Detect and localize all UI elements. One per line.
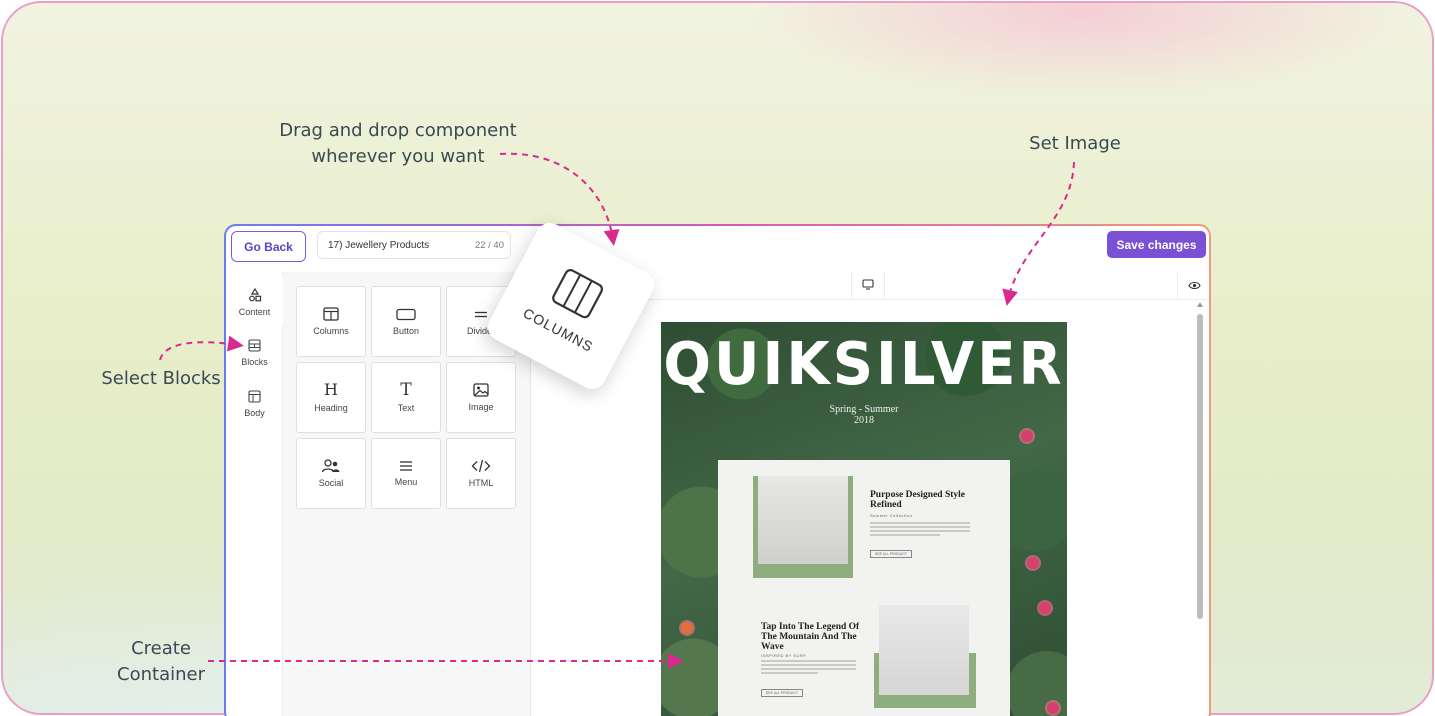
annotation-line: wherever you want	[311, 146, 485, 167]
tile-label: Button	[392, 325, 420, 336]
text-icon: T	[400, 380, 412, 400]
product-photo	[758, 476, 848, 564]
social-icon	[321, 459, 341, 473]
sidebar-item-body[interactable]: Body	[226, 380, 283, 428]
flower-decoration	[681, 622, 693, 634]
button-icon	[396, 308, 416, 321]
columns-icon	[323, 307, 339, 321]
flower-decoration	[1047, 702, 1059, 714]
tile-label: Columns	[313, 326, 349, 336]
tile-menu[interactable]: Menu	[371, 438, 441, 509]
email-brand: QUIKSILVER	[663, 330, 1065, 399]
product-image-2[interactable]	[879, 605, 969, 695]
save-changes-button[interactable]: Save changes	[1107, 231, 1206, 258]
blocks-icon	[248, 339, 261, 354]
go-back-button[interactable]: Go Back	[231, 231, 306, 262]
editor-sidebar: Content Blocks Body	[226, 272, 283, 716]
sidebar-item-label: Content	[238, 306, 271, 317]
scroll-up-arrow[interactable]	[1197, 302, 1203, 307]
tile-label: Social	[318, 478, 344, 488]
code-icon	[471, 459, 491, 473]
image-icon	[473, 383, 489, 397]
menu-icon	[399, 460, 413, 472]
email-season: Spring - Summer 2018	[661, 404, 1067, 426]
eye-icon	[1188, 277, 1201, 295]
email-preview[interactable]: QUIKSILVER Spring - Summer 2018 Purpose …	[661, 322, 1067, 716]
email-content-card[interactable]: Purpose Designed Style Refined Summer Co…	[718, 460, 1010, 716]
product-description-2	[761, 660, 856, 676]
product-button-2[interactable]: SEE ALL PRODUCT	[761, 689, 803, 697]
season-line: 2018	[854, 415, 874, 426]
season-line: Spring - Summer	[829, 404, 899, 415]
set-image-annotation: Set Image	[1029, 133, 1121, 154]
email-editor-window: Go Back 17) Jewellery Products 22 / 40 S…	[224, 224, 1211, 716]
tile-social[interactable]: Social	[296, 438, 366, 509]
tile-heading[interactable]: H Heading	[296, 362, 366, 433]
monitor-icon	[862, 277, 874, 295]
product-title-1: Purpose Designed Style Refined	[870, 490, 965, 510]
document-name-field[interactable]: 17) Jewellery Products 22 / 40	[317, 231, 511, 259]
tile-label: Image	[468, 402, 494, 412]
product-photo	[879, 605, 969, 695]
annotation-line: Create	[131, 638, 191, 659]
flower-decoration	[1021, 430, 1033, 442]
tile-image[interactable]: Image	[446, 362, 516, 433]
tile-button[interactable]: Button	[371, 286, 441, 357]
product-title-2: Tap Into The Legend Of The Mountain And …	[761, 622, 860, 652]
document-name: 17) Jewellery Products	[328, 239, 430, 251]
sidebar-item-content[interactable]: Content	[226, 278, 283, 326]
shapes-icon	[248, 287, 262, 304]
create-container-annotation: Create Container	[106, 636, 216, 688]
editor-topbar: Go Back 17) Jewellery Products 22 / 40 S…	[226, 226, 1209, 272]
tile-text[interactable]: T Text	[371, 362, 441, 433]
flower-decoration	[1039, 602, 1051, 614]
layout-icon	[248, 390, 261, 405]
product-image-1[interactable]	[753, 476, 853, 578]
sidebar-item-blocks[interactable]: Blocks	[226, 329, 283, 377]
product-subtitle-1: Summer Collection	[870, 513, 913, 518]
tile-label: Heading	[314, 403, 348, 413]
product-subtitle-2: INSPIRED BY SURF	[761, 653, 807, 658]
preview-button[interactable]	[1177, 272, 1209, 300]
tile-label: Text	[397, 403, 415, 413]
product-description-1	[870, 522, 970, 538]
tile-label: HTML	[468, 478, 494, 488]
product-button-1[interactable]: SEE ALL PRODUCT	[870, 550, 912, 558]
desktop-preview-button[interactable]	[851, 272, 885, 300]
select-blocks-annotation: Select Blocks	[101, 368, 221, 389]
scrollbar-thumb[interactable]	[1197, 314, 1203, 619]
annotation-line: Drag and drop component	[279, 120, 517, 141]
flower-decoration	[1027, 557, 1039, 569]
divider-icon	[474, 308, 488, 321]
heading-icon: H	[324, 380, 338, 399]
annotation-line: Container	[117, 664, 205, 685]
tile-columns[interactable]: Columns	[296, 286, 366, 357]
content-tiles: Columns Button Divider H Heading T Text …	[296, 286, 516, 509]
sidebar-item-label: Body	[244, 408, 265, 418]
columns-icon	[547, 265, 607, 325]
document-count: 22 / 40	[474, 239, 504, 251]
sidebar-item-label: Blocks	[241, 357, 268, 367]
editor-canvas: QUIKSILVER Spring - Summer 2018 Purpose …	[531, 272, 1209, 716]
drag-drop-annotation: Drag and drop component wherever you wan…	[270, 118, 526, 170]
tile-label: Menu	[394, 477, 418, 487]
tile-html[interactable]: HTML	[446, 438, 516, 509]
